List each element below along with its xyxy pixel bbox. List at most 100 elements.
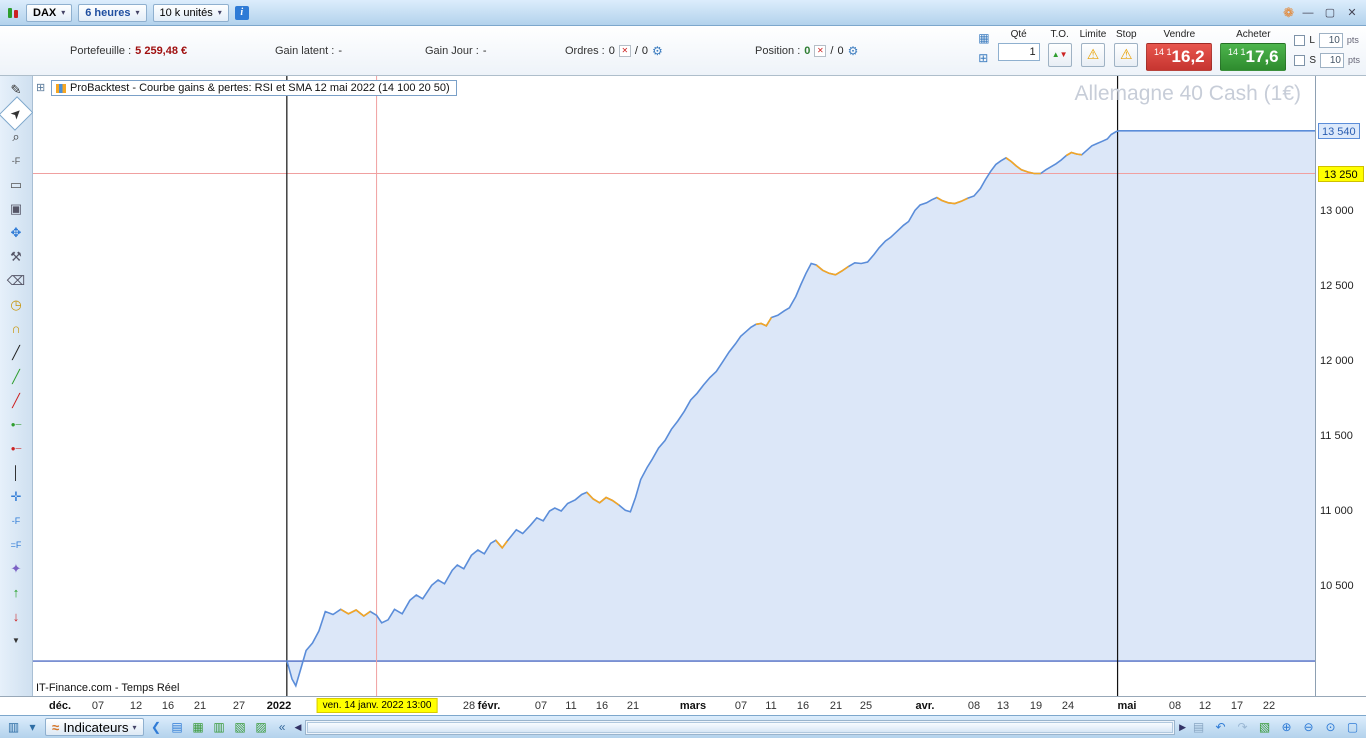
orders-gear-icon[interactable]: ⚙ <box>652 44 663 58</box>
calculator-icon[interactable]: ⊞ <box>978 51 989 65</box>
indicators-label: Indicateurs <box>63 719 129 735</box>
stop-button[interactable]: ⚠ <box>1114 42 1139 67</box>
take-order-button[interactable]: ▲ ▼ <box>1047 42 1072 67</box>
chart-edit-icon[interactable]: ▨ <box>253 720 270 734</box>
up-arrow-icon: ▲ <box>1051 50 1060 59</box>
qty-input[interactable]: 1 <box>997 42 1040 61</box>
price-axis-label: 13 000 <box>1320 205 1354 217</box>
timeframe-select[interactable]: 6 heures ▾ <box>78 3 147 22</box>
sell-arrow-icon[interactable]: ↓ <box>0 605 32 629</box>
positions-icon[interactable]: ▥ <box>211 720 228 734</box>
stop-checkbox[interactable] <box>1294 54 1306 66</box>
move-icon[interactable]: ✥ <box>0 221 32 245</box>
prt-logo-icon: ❁ <box>1283 4 1294 20</box>
chart-style-icon[interactable]: ▥ <box>5 720 22 734</box>
limite-button[interactable]: ⚠ <box>1080 42 1105 67</box>
cancel-orders-icon[interactable]: ✕ <box>618 44 631 57</box>
trendline-green-icon[interactable]: ╱ <box>0 365 32 389</box>
buy-button[interactable]: 14 1 17,6 <box>1220 42 1287 71</box>
redo-icon[interactable]: ↷ <box>1234 720 1251 734</box>
x-axis-tick: 16 <box>796 700 810 712</box>
buy-arrow-icon[interactable]: ↑ <box>0 581 32 605</box>
horizontal-segment-green-icon[interactable]: ●─ <box>0 413 32 437</box>
maximize-button[interactable]: ▢ <box>1322 6 1338 19</box>
collapse-icon[interactable]: « <box>274 720 291 734</box>
vertical-line-icon[interactable]: │ <box>0 461 32 485</box>
x-axis-tick: 16 <box>595 700 609 712</box>
chart-title-box[interactable]: ProBacktest - Courbe gains & pertes: RSI… <box>51 80 457 96</box>
orders-log-icon[interactable]: ▦ <box>190 720 207 734</box>
equity-curve-chart[interactable] <box>33 76 1315 696</box>
limit-pts-label: pts <box>1346 35 1359 45</box>
instrument-label: DAX <box>33 6 57 19</box>
scroll-right-icon[interactable]: ▶ <box>1179 722 1186 733</box>
limit-pts-input[interactable]: 10 <box>1318 32 1343 48</box>
x-axis-tick: 08 <box>1168 700 1182 712</box>
price-axis[interactable]: 13 540 13 250 13 000 12 500 12 000 11 500 11 0… <box>1315 76 1366 696</box>
sell-price: 16,2 <box>1171 46 1205 66</box>
chevron-down-icon: ▾ <box>217 8 222 17</box>
delete-icon[interactable]: ⌫ <box>0 269 32 293</box>
down-arrow-icon: ▼ <box>1059 50 1068 59</box>
limit-checkbox[interactable] <box>1294 34 1306 46</box>
wave-icon: ≈ <box>52 719 60 735</box>
x-axis-tick: 08 <box>967 700 981 712</box>
chart-style-caret-icon[interactable]: ▾ <box>24 720 41 734</box>
x-axis-tick: 11 <box>765 700 777 712</box>
trading-toolbar: Portefeuille : 5 259,48 € Gain latent : … <box>0 26 1366 76</box>
x-axis-tick: 21 <box>193 700 207 712</box>
cross-lines-icon[interactable]: ✛ <box>0 485 32 509</box>
indicators-button[interactable]: ≈ Indicateurs ▾ <box>45 718 144 736</box>
close-position-icon[interactable]: ✕ <box>814 44 827 57</box>
trendline-red-icon[interactable]: ╱ <box>0 389 32 413</box>
timeframe-label: 6 heures <box>85 6 131 19</box>
x-axis-tick: 16 <box>161 700 175 712</box>
gain-latent-label: Gain latent : <box>275 44 335 57</box>
fullscreen-icon[interactable]: ▢ <box>1344 720 1361 734</box>
chart-area[interactable]: ⊞ ProBacktest - Courbe gains & pertes: R… <box>33 76 1315 696</box>
horizontal-segment-red-icon[interactable]: ●─ <box>0 437 32 461</box>
zoom-out-icon[interactable]: ⊖ <box>1300 720 1317 734</box>
share-icon[interactable]: ❮ <box>148 720 165 734</box>
close-button[interactable]: ✕ <box>1344 6 1360 19</box>
detach-page-icon[interactable]: ▤ <box>1190 720 1207 734</box>
backtest-icon <box>56 83 66 93</box>
pattern-icon[interactable]: ✦ <box>0 557 32 581</box>
window-icon[interactable]: ⊞ <box>36 81 45 94</box>
fibonacci-retracement-icon[interactable]: -F <box>0 149 32 173</box>
time-axis[interactable]: ven. 14 janv. 2022 13:00 déc. 07 12 16 21 27 2… <box>0 696 1366 715</box>
scrollbar-thumb[interactable] <box>307 721 1174 733</box>
info-icon[interactable]: i <box>234 5 249 20</box>
alarm-clock-icon[interactable]: ◷ <box>0 293 32 317</box>
scroll-left-icon[interactable]: ◀ <box>295 722 302 733</box>
alert-bell-icon[interactable]: ∩ <box>0 317 32 341</box>
minimize-button[interactable]: — <box>1300 7 1316 19</box>
fibonacci-fan-icon[interactable]: -F <box>0 509 32 533</box>
sell-label: Vendre <box>1163 28 1196 40</box>
magnifier-icon[interactable]: ⊙ <box>1322 720 1339 734</box>
news-icon[interactable]: ▤ <box>169 720 186 734</box>
position-gear-icon[interactable]: ⚙ <box>848 44 859 58</box>
zoom-chart-icon[interactable]: ▧ <box>1256 720 1273 734</box>
qty-label: Qté <box>1010 28 1027 40</box>
measure-icon[interactable]: ▭ <box>0 173 32 197</box>
position-label: Position : <box>755 44 801 57</box>
orders-count: 0 <box>608 44 615 57</box>
instrument-select[interactable]: DAX ▾ <box>26 3 73 22</box>
stop-pts-input[interactable]: 10 <box>1319 52 1344 68</box>
keyboard-icon[interactable]: ▦ <box>978 31 989 45</box>
units-select[interactable]: 10 k unités ▾ <box>152 3 229 22</box>
stop-pts-label: pts <box>1347 55 1360 65</box>
tools-icon[interactable]: ⚒ <box>0 245 32 269</box>
duplicate-icon[interactable]: ▣ <box>0 197 32 221</box>
x-axis-tick: 07 <box>734 700 748 712</box>
x-axis-tick: 24 <box>1061 700 1075 712</box>
undo-icon[interactable]: ↶ <box>1212 720 1229 734</box>
collapse-tools-icon[interactable]: ▼ <box>0 629 32 653</box>
fibonacci-extension-icon[interactable]: =F <box>0 533 32 557</box>
zoom-in-icon[interactable]: ⊕ <box>1278 720 1295 734</box>
chart-scrollbar[interactable] <box>305 719 1176 735</box>
trendline-icon[interactable]: ╱ <box>0 341 32 365</box>
sell-button[interactable]: 14 1 16,2 <box>1146 42 1213 71</box>
screener-icon[interactable]: ▧ <box>232 720 249 734</box>
